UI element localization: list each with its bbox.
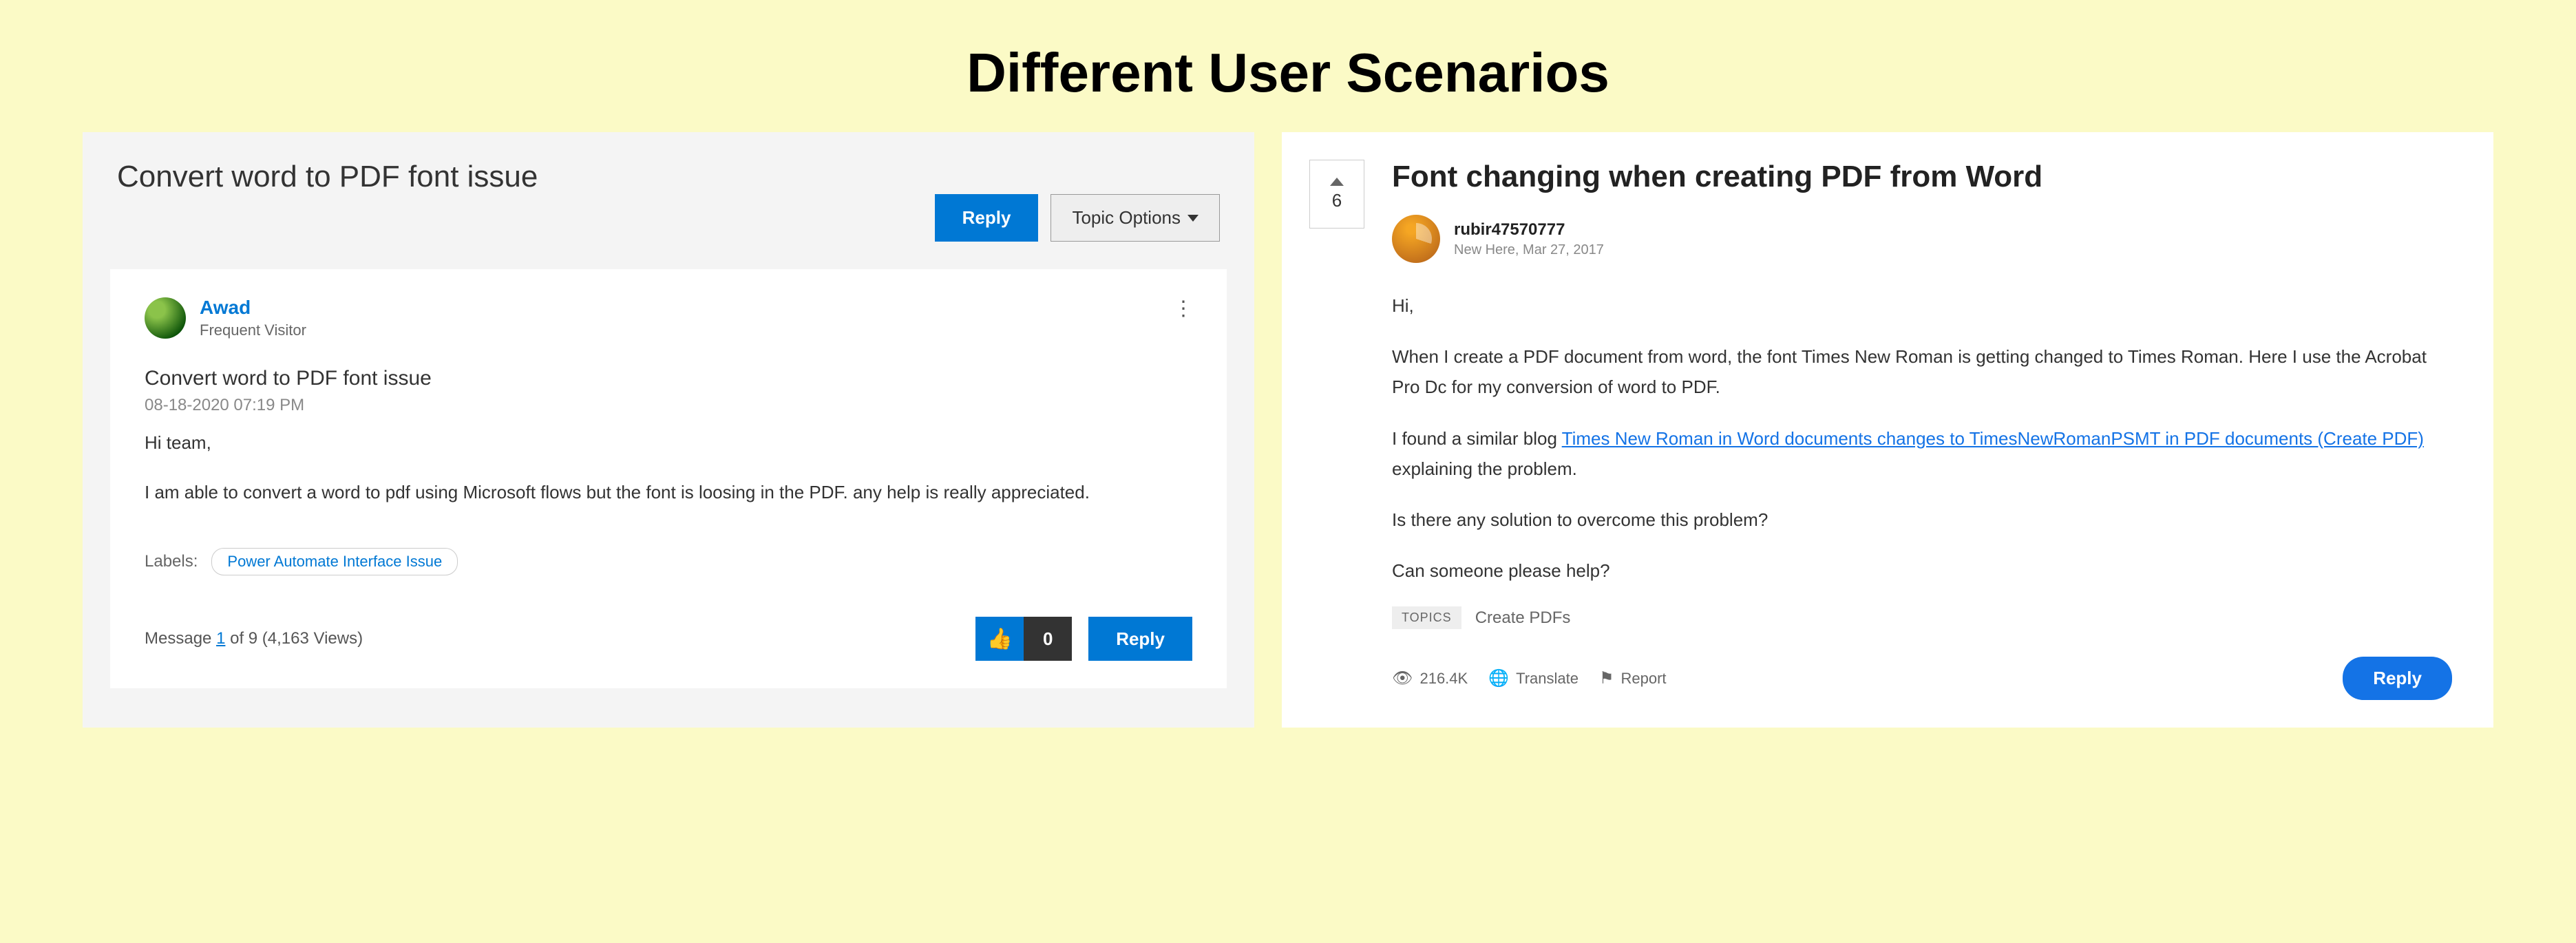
- post-title: Convert word to PDF font issue: [145, 367, 1192, 390]
- author-name-link[interactable]: rubir47570777: [1454, 220, 1604, 240]
- post-body: Hi team, I am able to convert a word to …: [145, 429, 1192, 507]
- upvote-box[interactable]: 6: [1309, 160, 1364, 229]
- kebab-menu-icon[interactable]: ⋮: [1173, 297, 1192, 321]
- eye-icon: 👁: [1392, 668, 1413, 688]
- post-paragraph: Can someone please help?: [1392, 555, 2452, 586]
- post-paragraph: Hi,: [1392, 290, 2452, 321]
- translate-button[interactable]: 🌐 Translate: [1488, 668, 1579, 688]
- reply-button[interactable]: Reply: [2343, 657, 2452, 700]
- label-chip[interactable]: Power Automate Interface Issue: [211, 548, 458, 575]
- views-count: 216.4K: [1419, 670, 1468, 688]
- message-count: Message 1 of 9 (4,163 Views): [145, 629, 363, 648]
- message-link[interactable]: 1: [216, 629, 225, 648]
- topic-options-button[interactable]: Topic Options: [1051, 194, 1220, 242]
- author-name-link[interactable]: Awad: [200, 297, 306, 319]
- post-date: 08-18-2020 07:19 PM: [145, 396, 1192, 415]
- labels-key: Labels:: [145, 552, 198, 571]
- report-button[interactable]: ⚑ Report: [1599, 668, 1667, 688]
- topics-value[interactable]: Create PDFs: [1475, 608, 1571, 628]
- upvote-icon: [1330, 178, 1344, 186]
- post-paragraph: I found a similar blog Times New Roman i…: [1392, 423, 2452, 484]
- thumbs-up-icon: 👍: [987, 627, 1013, 651]
- reply-button[interactable]: Reply: [935, 194, 1039, 242]
- chevron-down-icon: [1187, 215, 1199, 222]
- thread-title-right: Font changing when creating PDF from Wor…: [1392, 160, 2452, 194]
- post-body: Hi, When I create a PDF document from wo…: [1392, 290, 2452, 586]
- forum-post-right: 6 Font changing when creating PDF from W…: [1282, 132, 2493, 728]
- thread-title-left: Convert word to PDF font issue: [117, 160, 538, 194]
- post-paragraph: Hi team,: [145, 429, 1192, 458]
- page-title: Different User Scenarios: [0, 0, 2576, 132]
- author-role: Frequent Visitor: [200, 321, 306, 339]
- topic-options-label: Topic Options: [1072, 207, 1181, 229]
- inline-link[interactable]: Times New Roman in Word documents change…: [1562, 428, 2424, 449]
- topics-label: TOPICS: [1392, 606, 1461, 629]
- forum-post-left: Convert word to PDF font issue Reply Top…: [83, 132, 1254, 728]
- avatar[interactable]: [1392, 215, 1440, 263]
- flag-icon: ⚑: [1599, 668, 1614, 688]
- translate-icon: 🌐: [1488, 668, 1509, 688]
- post-paragraph: When I create a PDF document from word, …: [1392, 341, 2452, 402]
- like-count: 0: [1024, 617, 1072, 661]
- reply-button-small[interactable]: Reply: [1088, 617, 1192, 661]
- vote-count: 6: [1332, 190, 1342, 211]
- like-button[interactable]: 👍: [975, 617, 1024, 661]
- post-paragraph: I am able to convert a word to pdf using…: [145, 478, 1192, 507]
- post-card: ⋮ Awad Frequent Visitor Convert word to …: [110, 269, 1227, 688]
- post-paragraph: Is there any solution to overcome this p…: [1392, 505, 2452, 535]
- author-meta: New Here, Mar 27, 2017: [1454, 242, 1604, 258]
- views-stat: 👁 216.4K: [1392, 668, 1468, 688]
- avatar[interactable]: [145, 297, 186, 339]
